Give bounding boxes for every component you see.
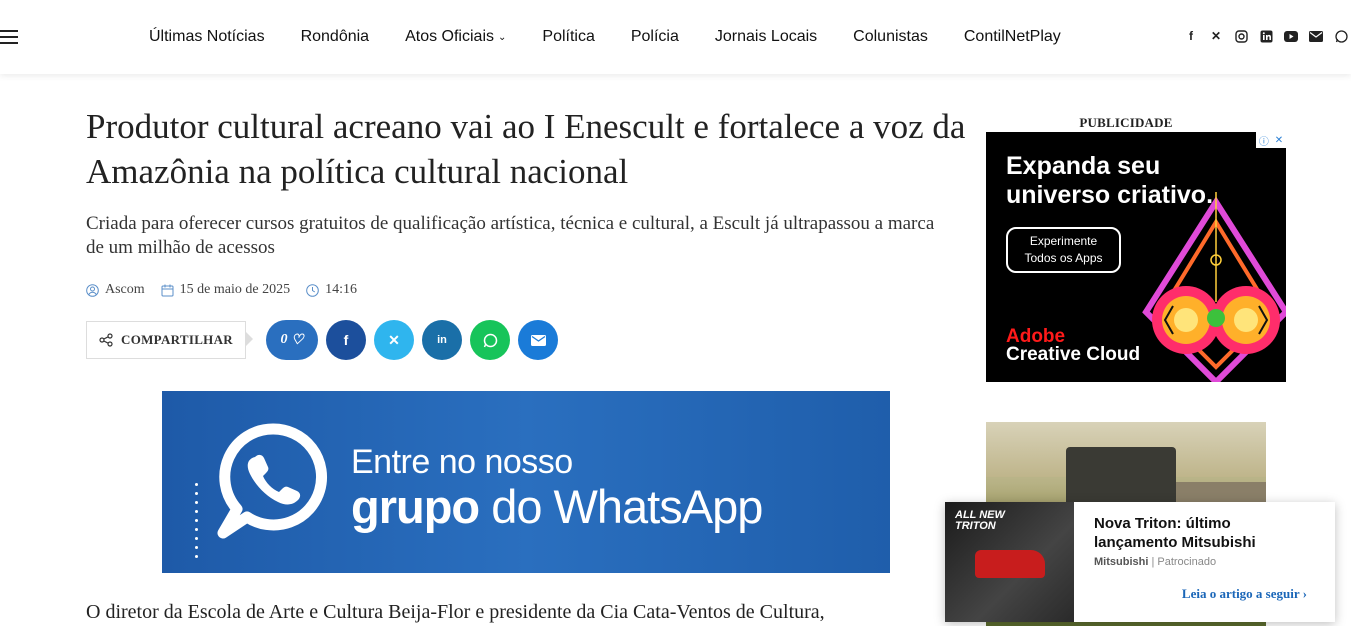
banner-line-1: Entre no nosso	[351, 443, 573, 481]
popup-title[interactable]: Nova Triton: último lançamento Mitsubish…	[1094, 514, 1304, 552]
nav-item-politica[interactable]: Política	[524, 28, 612, 46]
thumbnail-truck	[975, 550, 1045, 578]
popup-source: Mitsubishi | Patrocinado	[1094, 556, 1216, 568]
x-icon: ✕	[388, 331, 400, 348]
ad-label: PUBLICIDADE	[1079, 115, 1173, 130]
author-name: Ascom	[105, 282, 145, 297]
thumbnail-text-line-2: TRITON	[955, 520, 996, 532]
share-facebook-button[interactable]: f	[326, 320, 366, 360]
image-tractor	[1066, 447, 1176, 507]
like-count: 0	[280, 332, 288, 347]
nav-item-rondonia[interactable]: Rondônia	[283, 28, 388, 46]
share-bar: COMPARTILHAR 0 ♡ f ✕ in	[86, 320, 558, 360]
youtube-icon[interactable]	[1283, 28, 1299, 44]
article-meta: Ascom 15 de maio de 2025 14:16	[86, 282, 357, 298]
share-button[interactable]: COMPARTILHAR	[86, 321, 246, 359]
publish-time: 14:16	[325, 282, 357, 297]
share-label: COMPARTILHAR	[121, 332, 233, 347]
share-buttons: 0 ♡ f ✕ in	[266, 320, 558, 360]
publish-date: 15 de maio de 2025	[179, 282, 291, 297]
user-icon	[86, 283, 99, 297]
banner-line-2-bold: grupo	[351, 480, 480, 533]
main-nav: Últimas Notícias Rondônia Atos Oficiais ⌄…	[131, 0, 1079, 74]
ad-cta-button[interactable]: Experimente Todos os Apps	[1006, 227, 1121, 273]
clock-icon	[306, 283, 319, 297]
top-navigation-bar: Últimas Notícias Rondônia Atos Oficiais ⌄…	[0, 0, 1351, 74]
whatsapp-logo-icon	[217, 423, 327, 539]
nav-item-jornais-locais[interactable]: Jornais Locais	[697, 28, 835, 46]
social-links: f ✕	[1183, 28, 1349, 44]
share-email-button[interactable]	[518, 320, 558, 360]
ad-cta-line-1: Experimente	[1029, 234, 1098, 248]
thumbnail-text: ALL NEW TRITON	[955, 510, 1005, 532]
nav-item-ultimas-noticias[interactable]: Últimas Notícias	[131, 28, 283, 46]
nav-item-atos-oficiais[interactable]: Atos Oficiais ⌄	[387, 28, 524, 46]
banner-decoration	[195, 483, 198, 573]
banner-line-2-rest: do WhatsApp	[479, 480, 763, 533]
share-whatsapp-button[interactable]	[470, 320, 510, 360]
ad-cta-line-2: Todos os Apps	[1024, 251, 1103, 265]
nav-item-label: Atos Oficiais	[405, 28, 494, 45]
banner-line-2: grupo do WhatsApp	[351, 479, 763, 534]
time-meta: 14:16	[306, 282, 357, 298]
linkedin-icon: in	[437, 334, 447, 346]
facebook-icon[interactable]: f	[1183, 28, 1199, 44]
share-linkedin-button[interactable]: in	[422, 320, 462, 360]
article-title: Produtor cultural acreano vai ao I Enesc…	[86, 107, 966, 191]
ad-brand-creative-cloud: Creative Cloud	[1006, 344, 1141, 365]
email-icon[interactable]	[1308, 28, 1324, 44]
x-icon[interactable]: ✕	[1208, 28, 1224, 44]
whatsapp-group-banner[interactable]: Entre no nosso grupo do WhatsApp	[162, 391, 890, 573]
nav-item-policia[interactable]: Polícia	[613, 28, 697, 46]
like-button[interactable]: 0 ♡	[266, 320, 318, 360]
date-meta: 15 de maio de 2025	[161, 282, 290, 298]
calendar-icon	[161, 284, 174, 296]
facebook-icon: f	[343, 332, 349, 348]
whatsapp-icon	[483, 333, 497, 347]
heart-icon: ♡	[290, 332, 304, 348]
share-x-button[interactable]: ✕	[374, 320, 414, 360]
author-meta[interactable]: Ascom	[86, 282, 145, 298]
linkedin-icon[interactable]	[1258, 28, 1274, 44]
adchoices-icon[interactable]: ⓘ ✕	[1256, 132, 1286, 148]
popup-read-more-link[interactable]: Leia o artigo a seguir ›	[1182, 586, 1307, 602]
hamburger-menu-icon[interactable]	[0, 30, 18, 44]
article-subtitle: Criada para oferecer cursos gratuitos de…	[86, 213, 935, 258]
share-icon	[99, 333, 113, 347]
nav-item-contilnetplay[interactable]: ContilNetPlay	[946, 28, 1079, 46]
chevron-down-icon: ⌄	[498, 32, 507, 43]
adobe-advertisement[interactable]: ⓘ ✕ Expanda seu universo criativo. Experim…	[986, 132, 1286, 382]
popup-read-more-label: Leia o artigo a seguir	[1181, 586, 1300, 601]
ad-headline-line-1: Expanda seu	[1006, 152, 1161, 180]
sponsored-popup[interactable]: ALL NEW TRITON Nova Triton: último lançam…	[945, 502, 1335, 622]
instagram-icon[interactable]	[1233, 28, 1249, 44]
article-body-first-line: O diretor da Escola de Arte e Cultura Be…	[86, 601, 825, 623]
popup-source-name: Mitsubishi	[1094, 556, 1149, 568]
popup-thumbnail: ALL NEW TRITON	[945, 502, 1074, 622]
chevron-right-icon: ›	[1302, 586, 1307, 601]
nav-item-colunistas[interactable]: Colunistas	[835, 28, 946, 46]
email-icon	[530, 334, 546, 346]
popup-sponsored-label: | Patrocinado	[1151, 556, 1217, 568]
whatsapp-icon[interactable]	[1333, 28, 1349, 44]
